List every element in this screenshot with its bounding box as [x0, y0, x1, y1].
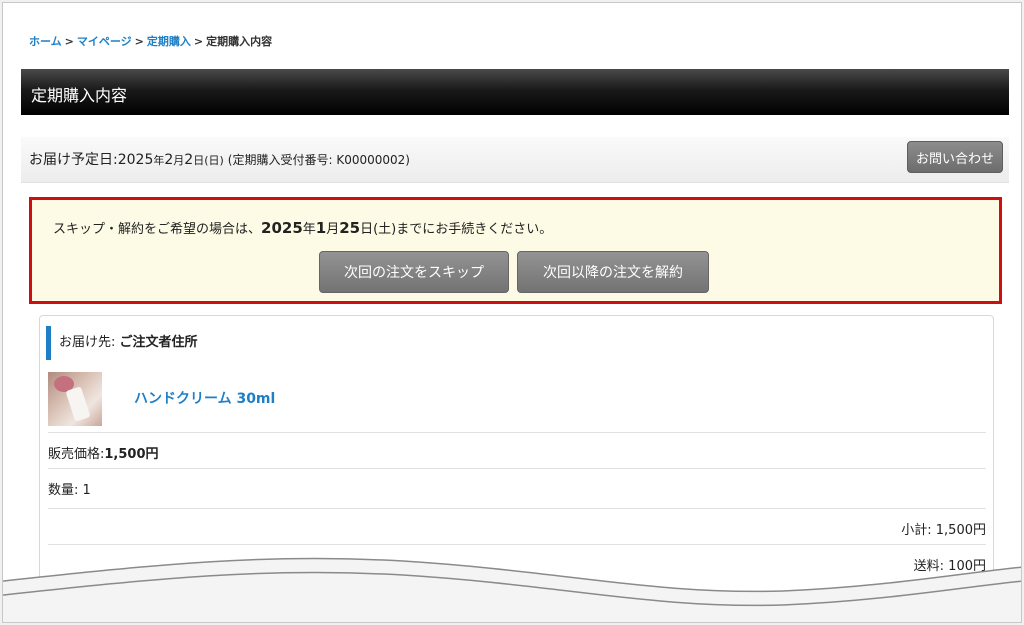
contact-button[interactable]: お問い合わせ — [907, 141, 1003, 173]
delivery-date: お届け予定日:2025年2月2日(日) (定期購入受付番号: K00000002) — [29, 149, 410, 169]
breadcrumb-subscription-link[interactable]: 定期購入 — [147, 35, 191, 48]
product-name-link[interactable]: ハンドクリーム 30ml — [134, 388, 275, 408]
subtotal: 小計: 1,500円 — [901, 523, 986, 538]
breadcrumb-home-link[interactable]: ホーム — [29, 35, 62, 48]
breadcrumb-separator: > — [134, 35, 144, 48]
screenshot-frame: ホーム > マイページ > 定期購入 > 定期購入内容 定期購入内容 お届け予定日:2025… — [2, 2, 1022, 623]
breadcrumb-separator: > — [193, 35, 204, 48]
page-title: 定期購入内容 — [31, 86, 128, 105]
delivery-destination: お届け先: ご注文者住所 — [46, 326, 198, 360]
price-label: 販売価格: — [48, 447, 105, 462]
quantity-label: 数量: — [48, 483, 79, 498]
delivery-month-unit: 月 — [173, 154, 185, 167]
notice-deadline-month: 1 — [315, 219, 327, 237]
destination-value: ご注文者住所 — [119, 335, 198, 350]
delivery-year: 2025 — [117, 152, 154, 168]
quantity-row: 数量: 1 — [48, 468, 986, 508]
notice-deadline-month-unit: 月 — [326, 222, 340, 237]
subscription-ticket-number: (定期購入受付番号: K00000002) — [227, 153, 410, 167]
torn-edge-wave — [3, 557, 1021, 622]
destination-label: お届け先: — [59, 335, 116, 350]
delivery-year-unit: 年 — [153, 154, 165, 167]
notice-deadline-day-unit: 日(土) — [360, 222, 397, 237]
notice-deadline-day: 25 — [339, 219, 361, 237]
wave-fill — [3, 558, 1021, 622]
notice-suffix: までにお手続きください。 — [396, 222, 553, 237]
product-thumbnail[interactable] — [48, 372, 102, 426]
price-value: 1,500円 — [104, 447, 159, 462]
product-item: ハンドクリーム 30ml — [48, 372, 988, 426]
breadcrumb-separator: > — [64, 35, 74, 48]
breadcrumb: ホーム > マイページ > 定期購入 > 定期購入内容 — [29, 33, 272, 49]
subscription-detail-page: ホーム > マイページ > 定期購入 > 定期購入内容 定期購入内容 お届け予定日:2025… — [19, 17, 1009, 612]
quantity-value: 1 — [82, 483, 91, 498]
breadcrumb-mypage-link[interactable]: マイページ — [77, 35, 132, 48]
delivery-date-label: お届け予定日: — [29, 152, 118, 168]
breadcrumb-current: 定期購入内容 — [206, 35, 273, 48]
cancel-future-orders-button[interactable]: 次回以降の注文を解約 — [517, 251, 709, 293]
delivery-day: 2 — [184, 152, 194, 168]
delivery-header: お届け予定日:2025年2月2日(日) (定期購入受付番号: K00000002)… — [21, 137, 1009, 183]
notice-deadline-year-unit: 年 — [302, 222, 316, 237]
quantity-text: 数量: 1 — [48, 479, 91, 498]
price-text: 販売価格:1,500円 — [48, 443, 159, 462]
delivery-month: 2 — [164, 152, 174, 168]
notice-text: スキップ・解約をご希望の場合は、2025年1月25日(土)までにお手続きください… — [53, 218, 552, 237]
subtotal-row: 小計: 1,500円 — [48, 508, 986, 544]
notice-deadline-year: 2025 — [261, 219, 303, 237]
delivery-day-unit: 日(日) — [193, 154, 224, 167]
thumbnail-tube-shape — [65, 386, 91, 422]
skip-next-order-button[interactable]: 次回の注文をスキップ — [319, 251, 509, 293]
notice-prefix: スキップ・解約をご希望の場合は、 — [53, 222, 262, 237]
page-title-bar: 定期購入内容 — [21, 69, 1009, 115]
price-row: 販売価格:1,500円 — [48, 432, 986, 468]
skip-cancel-notice: スキップ・解約をご希望の場合は、2025年1月25日(土)までにお手続きください… — [29, 197, 1002, 304]
